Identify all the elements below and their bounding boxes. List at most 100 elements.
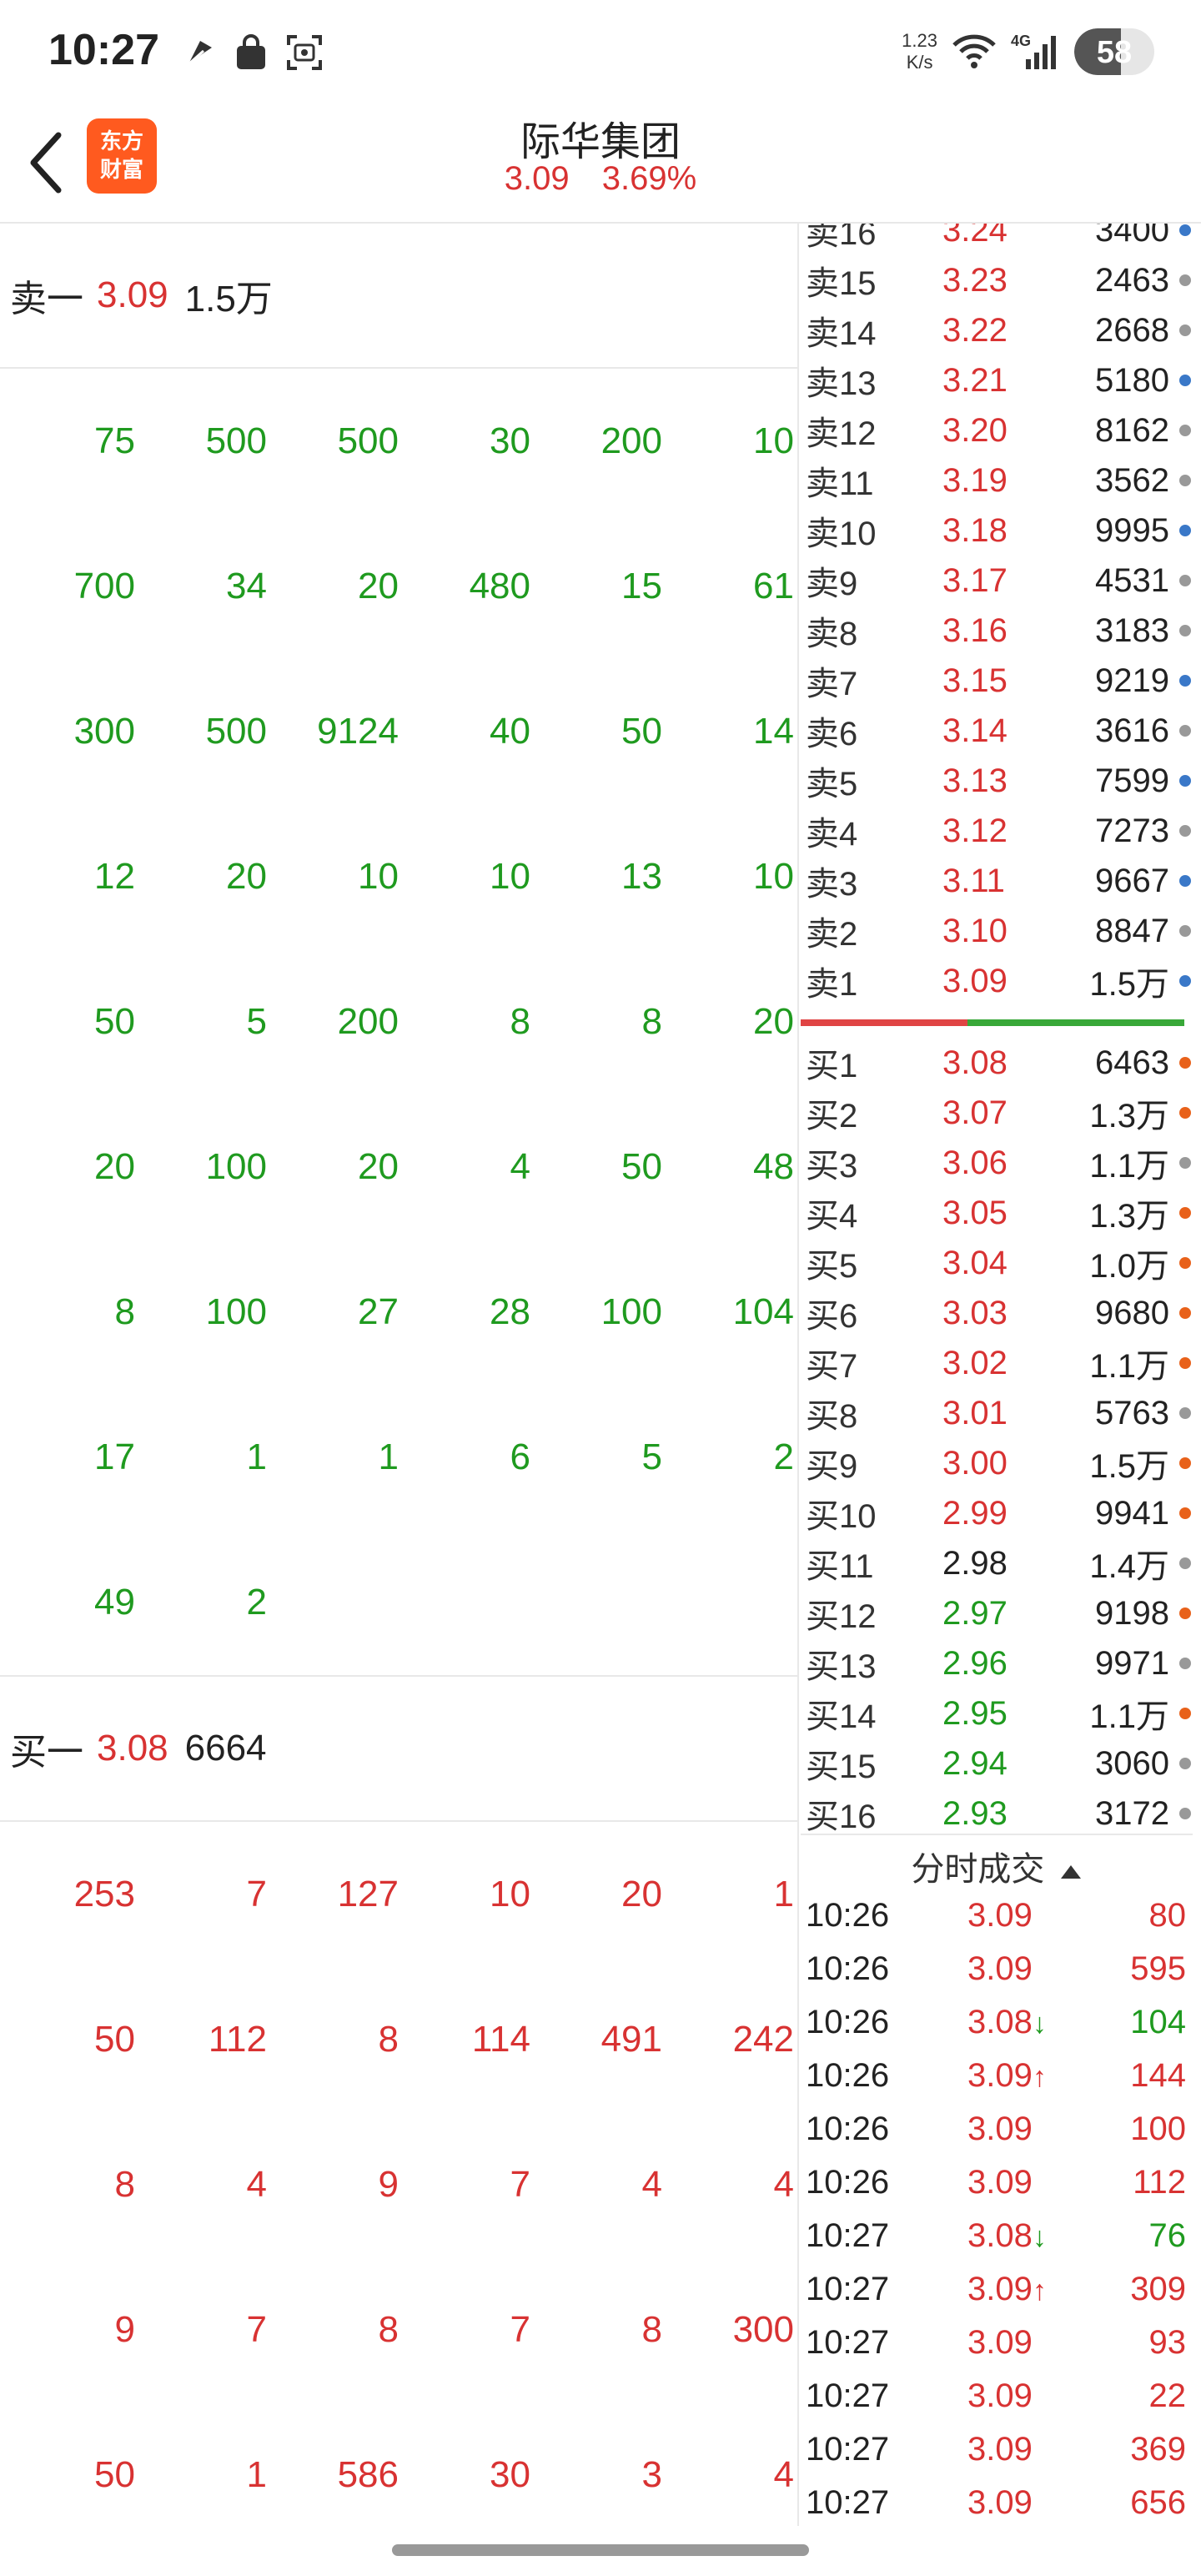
order-queue-cell: 9 xyxy=(378,2164,399,2205)
bid-level-row[interactable]: 买8 3.01 5763 xyxy=(801,1388,1193,1438)
ask-level-volume: 9219 xyxy=(1095,662,1169,699)
bid-level-volume: 5763 xyxy=(1095,1394,1169,1431)
ask-level-volume: 7273 xyxy=(1095,812,1169,849)
ask-level-volume: 7599 xyxy=(1095,762,1169,799)
bid-level-row[interactable]: 买15 2.94 3060 xyxy=(801,1738,1193,1789)
battery-level: 58 xyxy=(1096,35,1133,70)
ask-level-row[interactable]: 卖8 3.16 3183 xyxy=(801,606,1193,656)
ask-level-label: 卖12 xyxy=(806,415,877,452)
bid-level-row[interactable]: 买1 3.08 6463 xyxy=(801,1038,1193,1088)
bid-level-volume: 9971 xyxy=(1095,1644,1169,1682)
ask-level-row[interactable]: 卖10 3.18 9995 xyxy=(801,506,1193,556)
ask-level-volume: 2463 xyxy=(1095,261,1169,299)
bid-level-price: 2.99 xyxy=(942,1494,1008,1532)
bid-level-price: 3.01 xyxy=(942,1394,1008,1431)
ask-level-row[interactable]: 卖6 3.14 3616 xyxy=(801,706,1193,756)
bid-level-row[interactable]: 买4 3.05 1.3万 xyxy=(801,1188,1193,1238)
order-queue-row: 20 100 20 4 50 48 xyxy=(0,1094,797,1240)
ask-level-row[interactable]: 卖7 3.15 9219 xyxy=(801,656,1193,706)
order-queue-cell: 8 xyxy=(114,2164,135,2205)
buy-order-queue: 253 7 127 10 20 1 50 112 8 114 491 242 8 4 9 7 4 4 9 7 8 7 8 30… xyxy=(0,1822,797,2548)
order-queue-cell: 100 xyxy=(205,1291,267,1332)
order-queue-row: 8 4 9 7 4 4 xyxy=(0,2112,797,2257)
order-queue-cell: 50 xyxy=(94,2454,135,2495)
sell-one-summary: 卖一 3.09 1.5万 xyxy=(0,224,797,369)
bid-level-row[interactable]: 买7 3.02 1.1万 xyxy=(801,1338,1193,1388)
order-queue-row: 50 1 586 30 3 4 xyxy=(0,2402,797,2548)
ask-level-row[interactable]: 卖5 3.13 7599 xyxy=(801,756,1193,806)
bid-level-row[interactable]: 买9 3.00 1.5万 xyxy=(801,1438,1193,1488)
ask-level-price: 3.21 xyxy=(942,361,1008,399)
trade-price-value: 3.08 xyxy=(967,2216,1033,2254)
bid-level-row[interactable]: 买10 2.99 9941 xyxy=(801,1488,1193,1538)
bid-level-row[interactable]: 买11 2.98 1.4万 xyxy=(801,1538,1193,1588)
trade-time: 10:27 xyxy=(806,2323,890,2361)
ask-level-row[interactable]: 卖11 3.19 3562 xyxy=(801,455,1193,506)
order-queue-cell: 7 xyxy=(510,2164,530,2205)
order-source-dot-icon xyxy=(1179,1057,1191,1069)
trade-price-value: 3.09 xyxy=(967,2270,1033,2307)
trades-toggle[interactable]: 分时成交 xyxy=(801,1834,1193,1888)
ask-level-row[interactable]: 卖2 3.10 8847 xyxy=(801,906,1193,956)
ask-level-row[interactable]: 卖4 3.12 7273 xyxy=(801,806,1193,856)
order-queue-cell: 30 xyxy=(490,2454,530,2495)
order-queue-row: 300 500 9124 40 50 14 xyxy=(0,659,797,804)
bid-level-row[interactable]: 买14 2.95 1.1万 xyxy=(801,1688,1193,1738)
order-queue-row: 17 1 1 6 5 2 xyxy=(0,1385,797,1530)
buy-one-label: 买一 xyxy=(10,1732,83,1773)
order-queue-cell: 9 xyxy=(114,2309,135,2350)
bid-level-volume: 9941 xyxy=(1095,1494,1169,1532)
bid-level-volume: 1.1万 xyxy=(1089,1348,1169,1385)
ask-level-row[interactable]: 卖14 3.22 2668 xyxy=(801,305,1193,355)
bid-level-row[interactable]: 买5 3.04 1.0万 xyxy=(801,1238,1193,1288)
order-queue-cell: 1 xyxy=(378,1436,399,1477)
trade-tick-row: 10:27 3.09 656 xyxy=(801,2476,1193,2526)
order-queue-cell: 20 xyxy=(94,1146,135,1187)
ask-level-row[interactable]: 卖9 3.17 4531 xyxy=(801,556,1193,606)
order-queue-cell: 1 xyxy=(773,1874,794,1914)
trade-time: 10:26 xyxy=(806,2003,890,2040)
order-queue-cell: 2 xyxy=(246,1582,267,1623)
trade-time: 10:27 xyxy=(806,2270,890,2307)
bid-level-label: 买12 xyxy=(806,1598,877,1635)
trade-volume: 309 xyxy=(1130,2270,1186,2307)
order-queue-cell: 500 xyxy=(205,711,267,752)
order-source-dot-icon xyxy=(1179,1457,1191,1469)
order-book-panel[interactable]: 卖16 3.24 3400 卖15 3.23 2463 卖14 3.22 2668 卖13 3.21… xyxy=(801,224,1201,2526)
ask-level-row[interactable]: 卖16 3.24 3400 xyxy=(801,224,1193,255)
order-queue-cell: 50 xyxy=(621,711,662,752)
trade-tick-row: 10:27 3.08↓ 76 xyxy=(801,2209,1193,2262)
order-source-dot-icon xyxy=(1179,375,1191,386)
order-queue-cell: 100 xyxy=(205,1146,267,1187)
bid-level-row[interactable]: 买16 2.93 3172 xyxy=(801,1789,1193,1839)
ask-level-row[interactable]: 卖1 3.09 1.5万 xyxy=(801,956,1193,1006)
order-queue-cell: 127 xyxy=(337,1874,399,1914)
bid-level-row[interactable]: 买13 2.96 9971 xyxy=(801,1638,1193,1688)
ask-level-row[interactable]: 卖12 3.20 8162 xyxy=(801,405,1193,455)
bid-level-row[interactable]: 买3 3.06 1.1万 xyxy=(801,1138,1193,1188)
bid-level-row[interactable]: 买12 2.97 9198 xyxy=(801,1588,1193,1638)
bid-level-row[interactable]: 买2 3.07 1.3万 xyxy=(801,1088,1193,1138)
bid-level-volume: 6463 xyxy=(1095,1044,1169,1081)
trade-price: 3.09 xyxy=(967,2377,1093,2415)
trade-volume: 369 xyxy=(1130,2430,1186,2468)
bid-level-volume: 9680 xyxy=(1095,1294,1169,1331)
shopping-bag-icon xyxy=(237,34,265,69)
ask-level-row[interactable]: 卖3 3.11 9667 xyxy=(801,856,1193,906)
order-queue-cell: 10 xyxy=(753,856,794,897)
ask-level-price: 3.24 xyxy=(942,224,1008,249)
trade-tick-row: 10:26 3.09 595 xyxy=(801,1942,1193,1995)
ask-level-label: 卖1 xyxy=(806,966,858,1003)
order-source-dot-icon xyxy=(1179,1357,1191,1369)
bid-level-volume: 1.1万 xyxy=(1089,1698,1169,1735)
ask-level-row[interactable]: 卖15 3.23 2463 xyxy=(801,255,1193,305)
bid-level-label: 买3 xyxy=(806,1148,858,1185)
bid-level-row[interactable]: 买6 3.03 9680 xyxy=(801,1288,1193,1338)
bid-level-label: 买2 xyxy=(806,1098,858,1135)
order-queue-cell: 586 xyxy=(337,2454,399,2495)
home-indicator[interactable] xyxy=(392,2544,809,2556)
arrow-down-icon: ↓ xyxy=(1032,2221,1047,2253)
bid-level-volume: 1.3万 xyxy=(1089,1198,1169,1235)
ask-level-row[interactable]: 卖13 3.21 5180 xyxy=(801,355,1193,405)
trade-price: 3.09↑ xyxy=(967,2271,1093,2308)
